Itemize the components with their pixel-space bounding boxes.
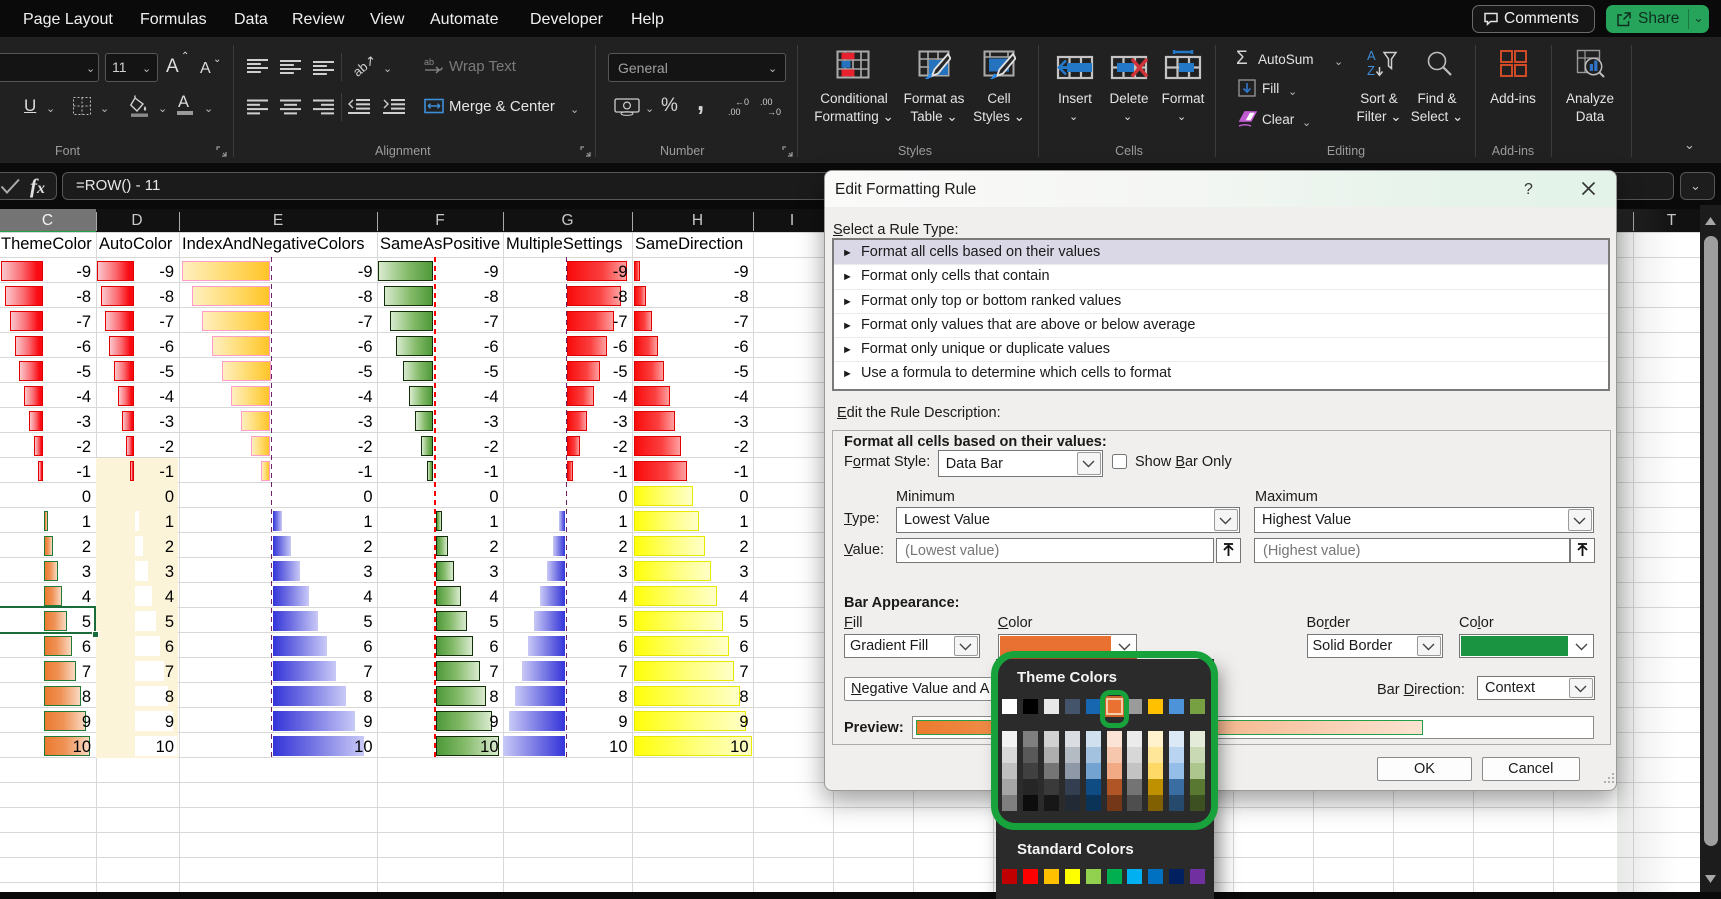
- svg-text:.00: .00: [728, 107, 741, 116]
- svg-text:A: A: [1367, 48, 1376, 63]
- svg-text:.00: .00: [760, 97, 773, 107]
- svg-text:Z: Z: [1367, 63, 1375, 78]
- svg-text:→0: →0: [767, 107, 781, 116]
- svg-text:←0: ←0: [735, 97, 749, 107]
- svg-text:ab: ab: [424, 57, 434, 67]
